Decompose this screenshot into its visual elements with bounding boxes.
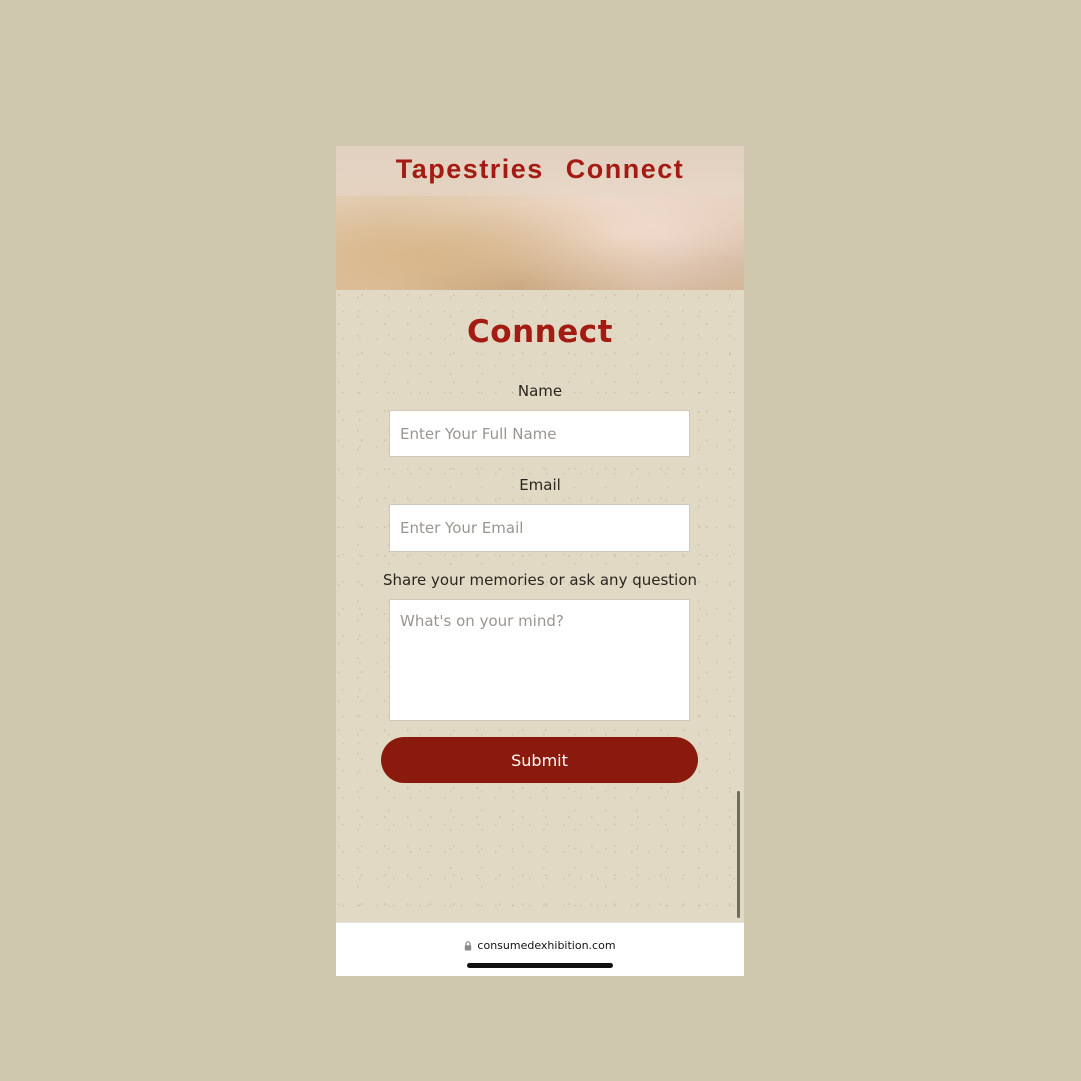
scrollbar[interactable]	[737, 791, 740, 918]
name-field[interactable]	[389, 410, 690, 457]
message-field[interactable]	[389, 599, 690, 721]
top-nav: Tapestries Connect	[336, 154, 744, 185]
browser-bottom-bar: consumedexhibition.com	[336, 922, 744, 976]
name-label: Name	[517, 382, 563, 400]
message-label: Share your memories or ask any question	[382, 571, 698, 589]
email-label: Email	[519, 476, 561, 494]
nav-item-connect[interactable]: Connect	[566, 154, 685, 185]
email-field[interactable]	[389, 504, 690, 552]
home-indicator[interactable]	[467, 963, 613, 968]
lock-icon	[464, 936, 472, 955]
nav-item-tapestries[interactable]: Tapestries	[396, 154, 544, 185]
header-banner: Tapestries Connect	[336, 146, 744, 290]
main-content: Connect Name Email Share your memories o…	[336, 290, 744, 922]
page-title: Connect	[467, 314, 613, 350]
submit-button[interactable]: Submit	[381, 737, 698, 783]
phone-screen: Tapestries Connect Connect Name Email Sh…	[336, 146, 744, 976]
address-bar[interactable]: consumedexhibition.com	[336, 936, 744, 955]
url-text: consumedexhibition.com	[477, 939, 616, 952]
